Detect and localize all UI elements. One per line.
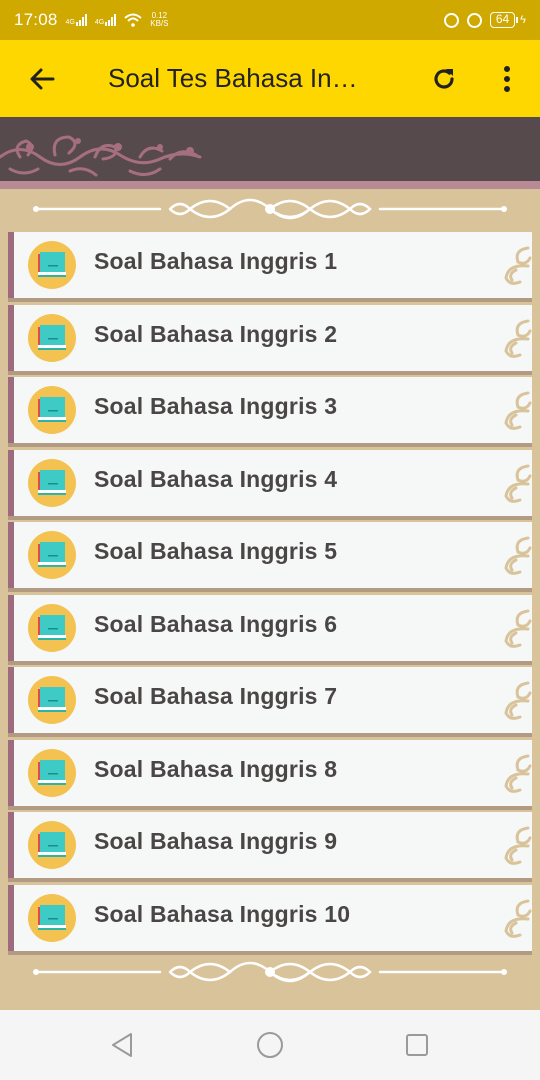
signal-icon: [75, 14, 87, 26]
battery-level: 64: [489, 12, 516, 28]
list-item[interactable]: Soal Bahasa Inggris 4: [8, 450, 532, 516]
list-item-label: Soal Bahasa Inggris 2: [94, 321, 338, 347]
swirl-ornament: [504, 464, 532, 503]
swirl-ornament: [504, 754, 532, 793]
battery-icon: 64 ϟ: [489, 12, 526, 28]
signal-icon: [105, 14, 117, 26]
sim1-network-label: 4G: [65, 19, 75, 26]
book-icon: [28, 386, 76, 434]
swirl-ornament: [504, 319, 532, 358]
list-item[interactable]: Soal Bahasa Inggris 2: [8, 305, 532, 371]
alarm-icon: [466, 12, 482, 28]
lock-status-icon: [443, 12, 459, 28]
status-time: 17:08: [14, 10, 58, 29]
list-item-label: Soal Bahasa Inggris 9: [94, 828, 338, 854]
refresh-icon: [434, 68, 454, 89]
network-speed-unit: KB/S: [150, 19, 169, 28]
floral-ornament: [0, 135, 202, 177]
divider-ornament: [33, 198, 507, 220]
list-item[interactable]: Soal Bahasa Inggris 10: [8, 885, 532, 951]
back-button[interactable]: [0, 40, 84, 117]
more-vert-icon: [504, 65, 510, 92]
list-item-label: Soal Bahasa Inggris 10: [94, 901, 351, 927]
book-icon: [28, 241, 76, 289]
more-options-button[interactable]: [486, 40, 528, 117]
list-item[interactable]: Soal Bahasa Inggris 1: [8, 232, 532, 298]
list-item[interactable]: Soal Bahasa Inggris 5: [8, 522, 532, 588]
refresh-button[interactable]: [420, 40, 468, 117]
nav-recents-icon: [406, 1034, 428, 1056]
list-item-label: Soal Bahasa Inggris 1: [94, 248, 338, 274]
charging-icon: ϟ: [520, 14, 526, 26]
list-item-label: Soal Bahasa Inggris 3: [94, 393, 338, 419]
swirl-ornament: [504, 609, 532, 648]
swirl-ornament: [504, 246, 532, 285]
list-item[interactable]: Soal Bahasa Inggris 3: [8, 377, 532, 443]
swirl-ornament: [504, 826, 532, 865]
nav-home-button[interactable]: [252, 1027, 288, 1063]
list-item-label: Soal Bahasa Inggris 4: [94, 466, 338, 492]
book-icon: [28, 894, 76, 942]
book-icon: [28, 314, 76, 362]
system-nav-bar: [0, 1010, 540, 1080]
divider-ornament: [33, 961, 507, 983]
list-item[interactable]: Soal Bahasa Inggris 6: [8, 595, 532, 661]
book-icon: [28, 821, 76, 869]
book-icon: [28, 676, 76, 724]
book-icon: [28, 749, 76, 797]
list-item[interactable]: Soal Bahasa Inggris 9: [8, 812, 532, 878]
list-item[interactable]: Soal Bahasa Inggris 8: [8, 740, 532, 806]
list-item-label: Soal Bahasa Inggris 6: [94, 611, 338, 637]
book-icon: [28, 459, 76, 507]
app-bar: Soal Tes Bahasa In…: [0, 40, 540, 117]
list-item-label: Soal Bahasa Inggris 8: [94, 756, 338, 782]
nav-recents-button[interactable]: [399, 1027, 435, 1063]
swirl-ornament: [504, 681, 532, 720]
swirl-ornament: [504, 536, 532, 575]
swirl-ornament: [504, 899, 532, 938]
swirl-ornament: [504, 391, 532, 430]
list-item-label: Soal Bahasa Inggris 7: [94, 683, 338, 709]
wifi-icon: [124, 13, 142, 27]
nav-back-icon: [112, 1033, 132, 1057]
status-bar: 17:08 4G 4G 0.12 KB/S 64 ϟ: [0, 0, 540, 40]
decorative-header: [0, 117, 540, 189]
nav-home-icon: [257, 1032, 283, 1058]
page-title: Soal Tes Bahasa In…: [108, 63, 358, 93]
header-stripe: [0, 181, 540, 189]
book-icon: [28, 531, 76, 579]
arrow-back-icon: [30, 68, 55, 89]
list-item[interactable]: Soal Bahasa Inggris 7: [8, 667, 532, 733]
book-icon: [28, 604, 76, 652]
nav-back-button[interactable]: [104, 1027, 140, 1063]
sim2-network-label: 4G: [94, 19, 105, 26]
list-item-label: Soal Bahasa Inggris 5: [94, 538, 338, 564]
